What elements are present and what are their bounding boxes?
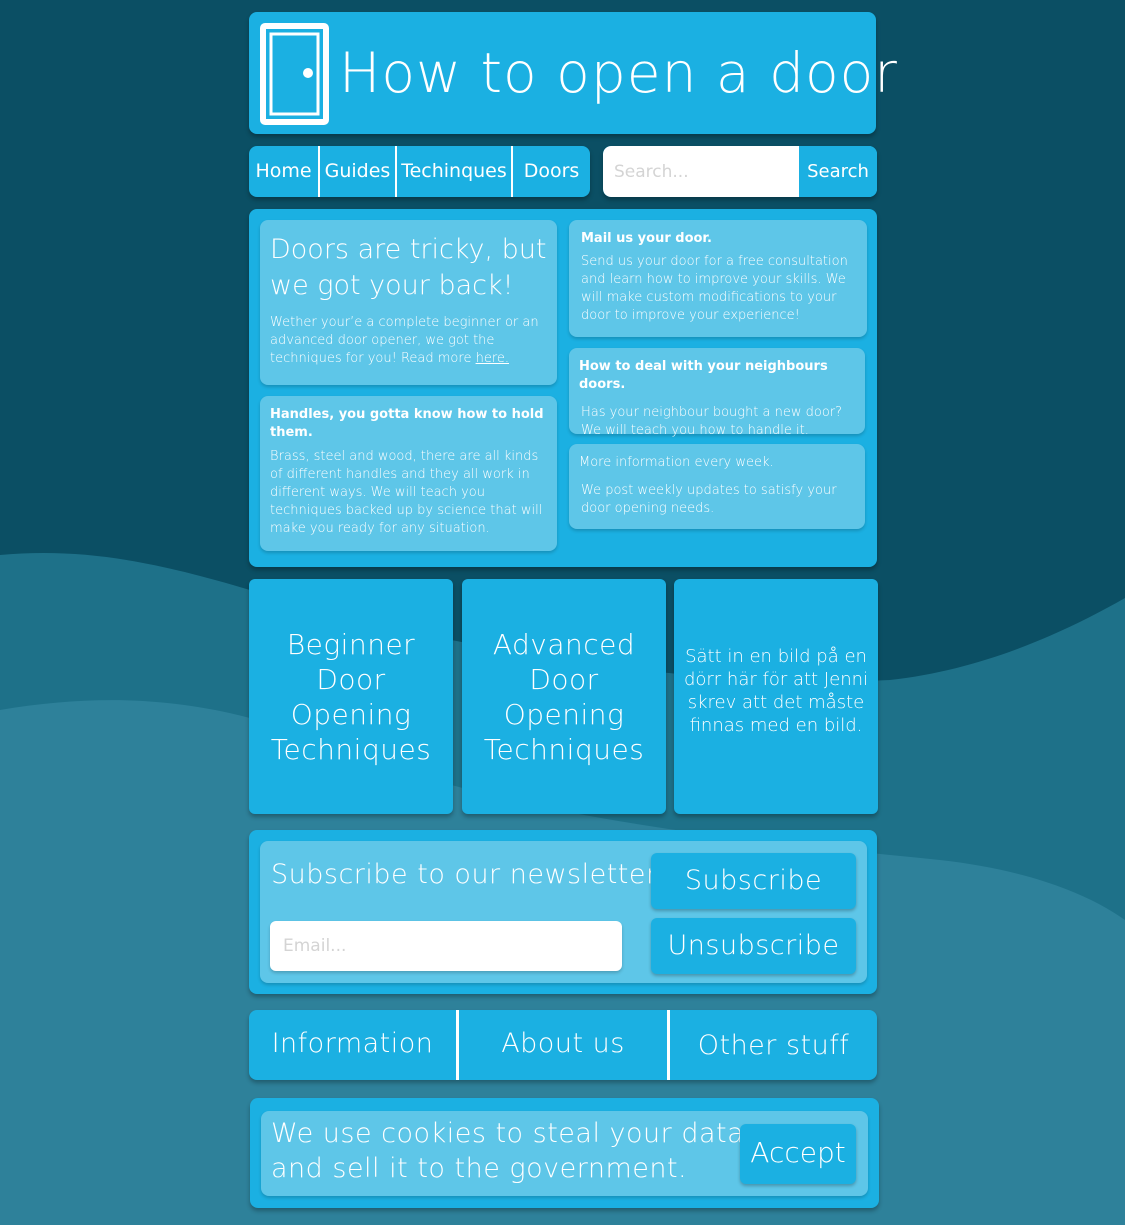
- search-input[interactable]: [603, 146, 799, 197]
- mail-card: Mail us your door. Send us your door for…: [569, 220, 867, 337]
- hero-title: Doors are tricky, but we got your back!: [270, 234, 547, 301]
- newsletter-card: Subscribe to our newsletter Subscribe Un…: [260, 841, 867, 983]
- tile-beginner-label: Beginner Door Opening Techniques: [270, 627, 432, 766]
- tile-advanced-label: Advanced Door Opening Techniques: [483, 627, 645, 766]
- cookie-text: We use cookies to steal your data and se…: [271, 1116, 744, 1186]
- cookie-line-1: We use cookies to steal your data: [271, 1118, 745, 1149]
- tile-photo-placeholder: Sätt in en bild på en dörr här för att J…: [674, 579, 878, 814]
- tile-advanced[interactable]: Advanced Door Opening Techniques: [462, 579, 666, 814]
- door-icon[interactable]: [260, 23, 329, 125]
- newsletter-title: Subscribe to our newsletter: [271, 859, 658, 890]
- neighbours-title: How to deal with your neighbours doors.: [579, 359, 828, 392]
- unsubscribe-button[interactable]: Unsubscribe: [651, 918, 856, 974]
- footer-information[interactable]: Information: [249, 1010, 459, 1080]
- cookie-banner: We use cookies to steal your data and se…: [250, 1098, 879, 1208]
- mail-text: Send us your door for a free consultatio…: [581, 254, 848, 323]
- read-more-link[interactable]: here.: [476, 351, 509, 366]
- cookie-card: We use cookies to steal your data and se…: [261, 1111, 868, 1196]
- info-title: More information every week.: [579, 455, 774, 470]
- footer-nav: Information About us Other stuff: [249, 1010, 877, 1080]
- footer-other-stuff[interactable]: Other stuff: [670, 1010, 877, 1080]
- subscribe-button[interactable]: Subscribe: [651, 853, 856, 909]
- nav-doors[interactable]: Doors: [513, 146, 590, 197]
- search-button[interactable]: Search: [799, 146, 877, 197]
- site-title: How to open a door: [339, 41, 898, 105]
- email-field[interactable]: [270, 921, 622, 971]
- info-text: We post weekly updates to satisfy your d…: [581, 483, 837, 516]
- handles-card: Handles, you gotta know how to hold them…: [260, 396, 557, 551]
- hero-text: Wether your’e a complete beginner or an …: [270, 314, 547, 368]
- photo-placeholder-text: Sätt in en bild på en dörr här för att J…: [683, 646, 869, 736]
- main-nav: Home Guides Techinques Doors: [249, 146, 590, 197]
- mail-title: Mail us your door.: [581, 231, 712, 246]
- neighbours-text: Has your neighbour bought a new door? We…: [581, 405, 843, 438]
- handles-title: Handles, you gotta know how to hold them…: [270, 407, 544, 440]
- cookie-line-2: and sell it to the government.: [271, 1153, 688, 1184]
- handles-text: Brass, steel and wood, there are all kin…: [270, 449, 543, 536]
- newsletter-section: Subscribe to our newsletter Subscribe Un…: [249, 830, 877, 994]
- search-bar: Search: [603, 146, 877, 197]
- hero-card: Doors are tricky, but we got your back! …: [260, 220, 557, 385]
- tile-beginner[interactable]: Beginner Door Opening Techniques: [249, 579, 453, 814]
- site-header: How to open a door: [249, 12, 897, 134]
- nav-techniques[interactable]: Techinques: [397, 146, 513, 197]
- footer-about-us[interactable]: About us: [459, 1010, 670, 1080]
- main-content: Doors are tricky, but we got your back! …: [249, 209, 877, 567]
- neighbours-card: How to deal with your neighbours doors. …: [569, 348, 865, 438]
- accept-button[interactable]: Accept: [740, 1124, 856, 1184]
- nav-home[interactable]: Home: [249, 146, 320, 197]
- nav-guides[interactable]: Guides: [320, 146, 397, 197]
- info-card: More information every week. We post wee…: [569, 444, 865, 529]
